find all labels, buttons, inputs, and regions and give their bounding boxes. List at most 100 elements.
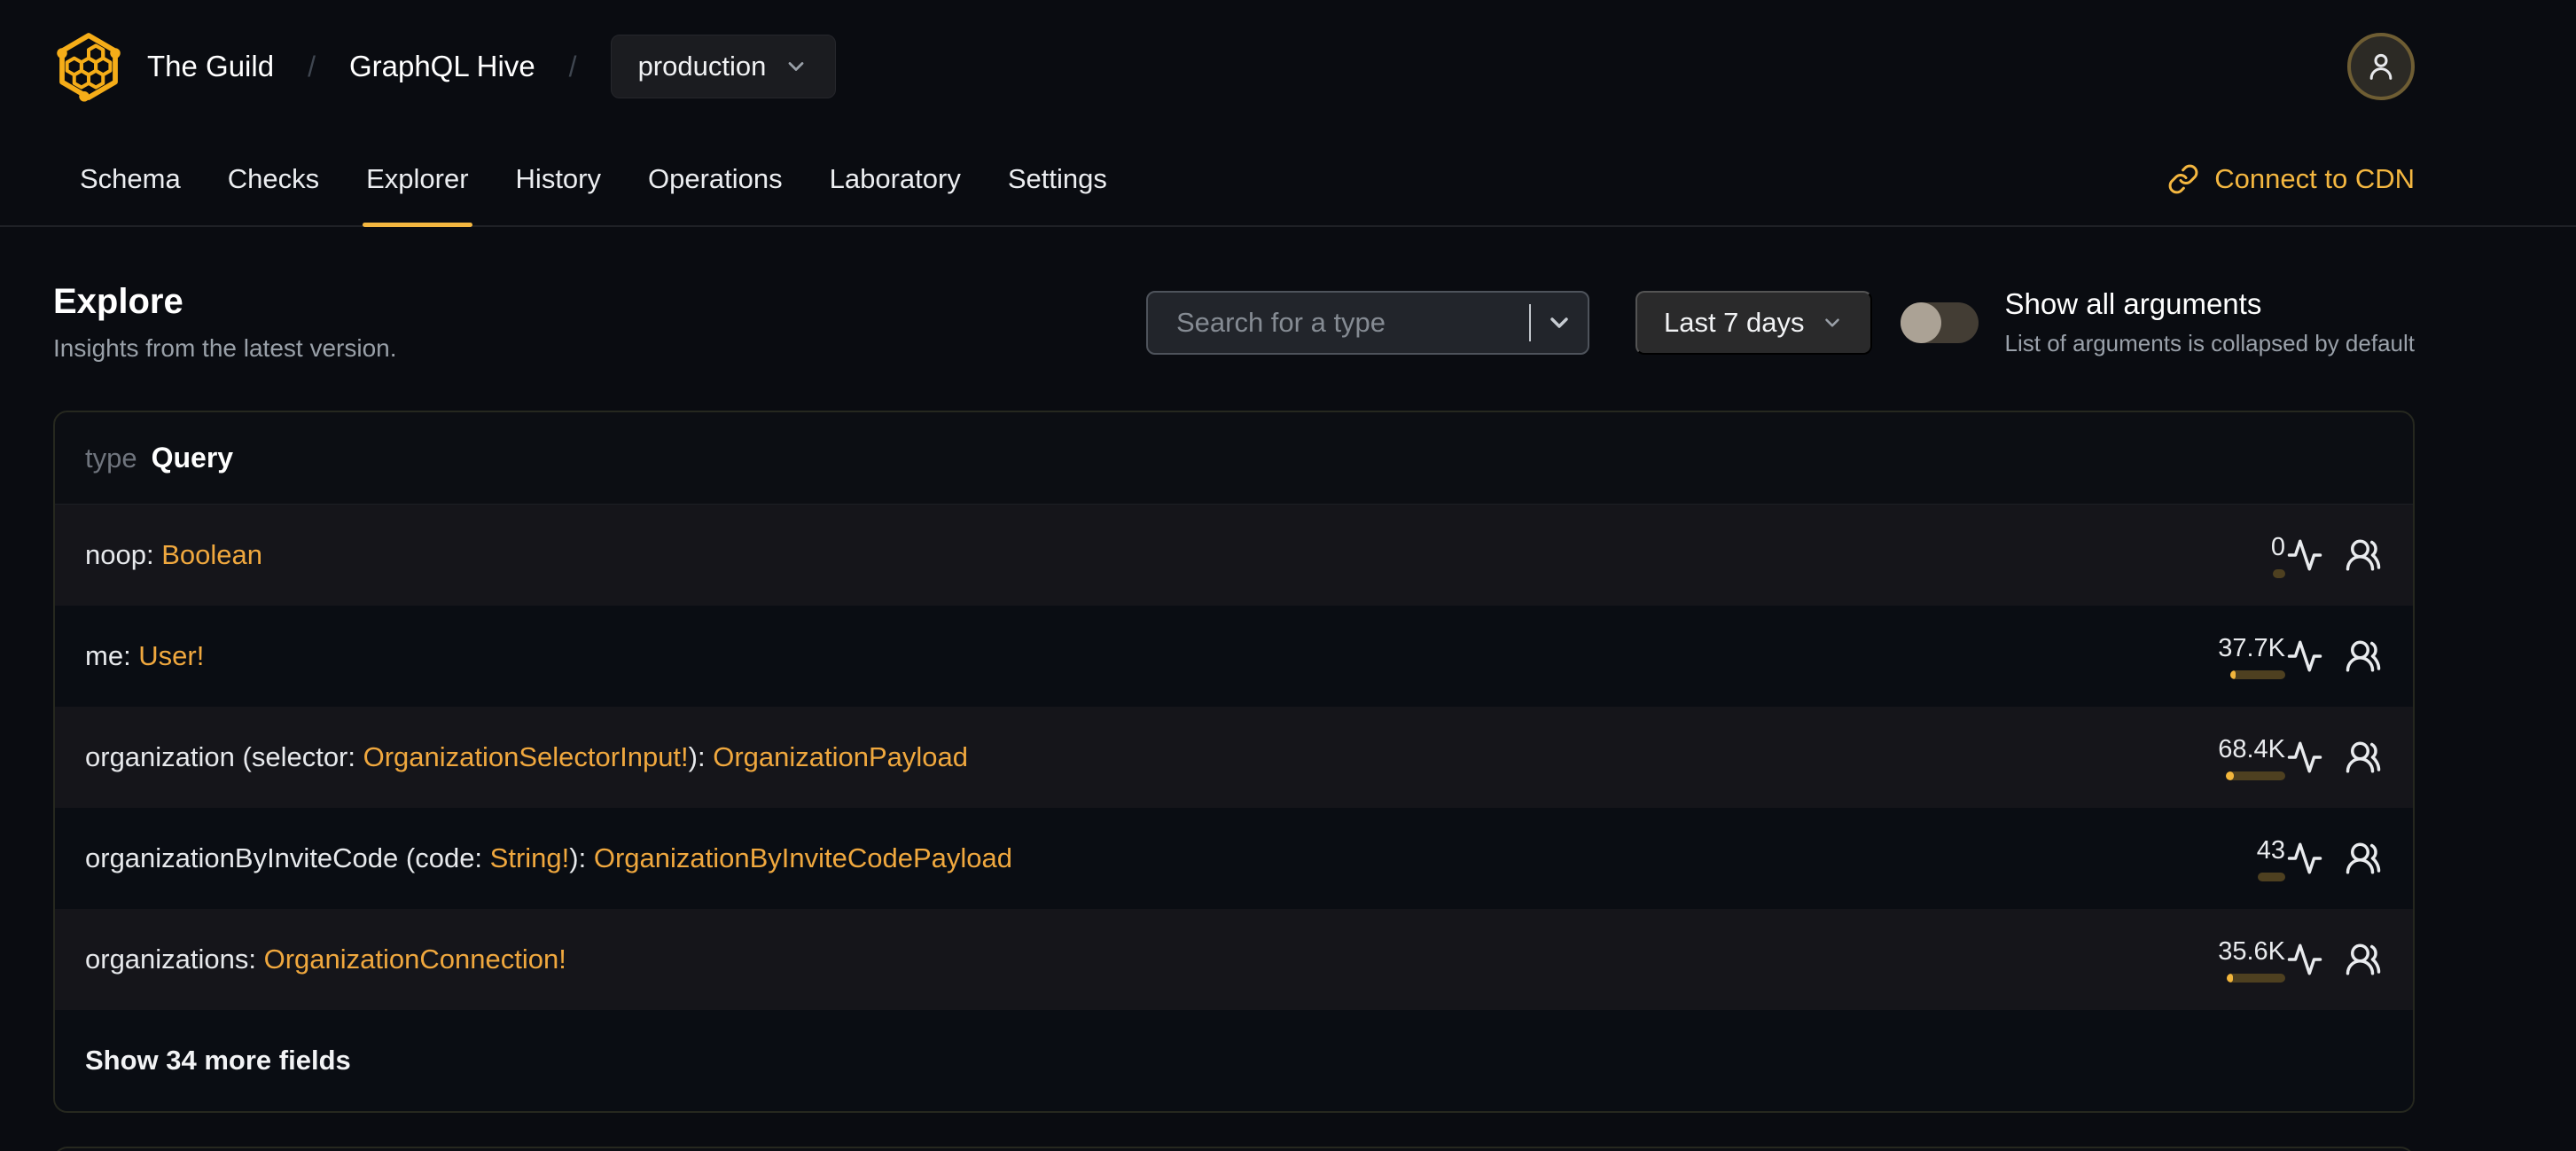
field-name-text: ): [688, 741, 714, 772]
users-icon [2346, 741, 2381, 773]
activity-pulse-icon [2287, 539, 2322, 571]
user-avatar[interactable] [2347, 33, 2415, 100]
link-icon [2168, 164, 2198, 194]
clients-button[interactable] [2344, 637, 2383, 676]
tab-settings[interactable]: Settings [994, 133, 1121, 225]
usage-bar [2226, 771, 2285, 780]
chevron-down-icon[interactable] [1545, 309, 1573, 337]
field-signature: me: User! [85, 640, 204, 672]
search-input[interactable] [1147, 306, 1529, 339]
activity-pulse-icon [2287, 842, 2322, 874]
field-row: me: User! 37.7K [55, 606, 2413, 707]
request-count: 35.6K [2218, 936, 2285, 966]
field-name-text: organizations: [85, 944, 264, 975]
breadcrumb-separator: / [568, 50, 577, 82]
request-count: 43 [2256, 835, 2285, 865]
clients-button[interactable] [2344, 536, 2383, 575]
tab-explorer[interactable]: Explorer [352, 133, 482, 227]
filters-row: Last 7 days Show all arguments List of a… [1145, 287, 2415, 357]
users-icon [2346, 944, 2381, 975]
field-name-text: organizationByInviteCode (code: [85, 842, 490, 873]
usage-stats: 68.4K [2200, 735, 2285, 780]
usage-stats: 43 [2200, 836, 2285, 881]
connect-to-cdn-label: Connect to CDN [2214, 163, 2415, 194]
show-more-fields-button[interactable]: Show 34 more fields [55, 1010, 2413, 1111]
field-signature: noop: Boolean [85, 539, 262, 571]
usage-stats: 35.6K [2200, 937, 2285, 983]
request-count: 37.7K [2218, 633, 2285, 662]
toggle-knob [1900, 301, 1941, 343]
usage-stats: 37.7K [2200, 634, 2285, 679]
field-row: noop: Boolean 0 [55, 505, 2413, 606]
breadcrumb-separator: / [308, 50, 316, 82]
usage-bar [2227, 973, 2285, 983]
field-row: organizations: OrganizationConnection! 3… [55, 909, 2413, 1010]
breadcrumb: The Guild / GraphQL Hive / production [147, 35, 837, 98]
tab-history[interactable]: History [502, 133, 615, 225]
activity-button[interactable] [2285, 536, 2324, 575]
activity-button[interactable] [2285, 738, 2324, 777]
next-type-card-partial [53, 1147, 2415, 1151]
type-search-combobox[interactable] [1145, 290, 1589, 355]
type-card-header: type Query [55, 412, 2413, 505]
toggle-label-block: Show all arguments List of arguments is … [2005, 287, 2415, 357]
field-signature: organizationByInviteCode (code: String!)… [85, 842, 1012, 874]
request-count: 0 [2270, 532, 2285, 561]
show-all-arguments-toggle[interactable] [1900, 301, 1979, 343]
breadcrumb-org[interactable]: The Guild [147, 50, 274, 83]
page-title: Explore [53, 282, 183, 321]
activity-pulse-icon [2287, 944, 2322, 975]
clients-button[interactable] [2344, 839, 2383, 878]
field-stats: 37.7K [2200, 634, 2383, 679]
target-selector-button[interactable]: production [610, 35, 837, 98]
graphql-type-link[interactable]: Boolean [161, 539, 262, 570]
field-name-text: me: [85, 640, 139, 671]
breadcrumb-project[interactable]: GraphQL Hive [349, 50, 535, 83]
search-divider [1528, 303, 1531, 341]
activity-pulse-icon [2287, 741, 2322, 773]
field-row: organizationByInviteCode (code: String!)… [55, 808, 2413, 909]
field-row: organization (selector: OrganizationSele… [55, 707, 2413, 808]
top-bar: The Guild / GraphQL Hive / production [0, 0, 2576, 133]
tab-laboratory[interactable]: Laboratory [816, 133, 975, 225]
graphql-type-link[interactable]: OrganizationPayload [713, 741, 968, 772]
activity-button[interactable] [2285, 940, 2324, 979]
main-content: Explore Insights from the latest version… [0, 227, 2576, 1151]
toggle-description: List of arguments is collapsed by defaul… [2004, 330, 2415, 356]
usage-bar [2258, 872, 2285, 881]
users-icon [2346, 539, 2381, 571]
graphql-type-link[interactable]: OrganizationByInviteCodePayload [594, 842, 1012, 873]
field-name-text: ): [569, 842, 594, 873]
connect-to-cdn-button[interactable]: Connect to CDN [2167, 163, 2415, 195]
graphql-type-link[interactable]: String! [490, 842, 570, 873]
tab-schema[interactable]: Schema [66, 133, 195, 225]
field-name-text: organization (selector: [85, 741, 363, 772]
type-name[interactable]: Query [152, 442, 233, 474]
graphql-type-link[interactable]: User! [138, 640, 204, 671]
graphql-type-link[interactable]: OrganizationSelectorInput! [363, 741, 689, 772]
field-rows: noop: Boolean 0 me: User! 37.7K organiza… [55, 505, 2413, 1010]
clients-button[interactable] [2344, 738, 2383, 777]
users-icon [2346, 842, 2381, 874]
hive-logo-icon[interactable] [53, 29, 124, 104]
usage-bar-fill [2230, 669, 2236, 679]
tabs-list: Schema Checks Explorer History Operations Lab… [66, 133, 1140, 227]
request-count: 68.4K [2218, 734, 2285, 763]
field-stats: 0 [2200, 533, 2383, 578]
clients-button[interactable] [2344, 940, 2383, 979]
usage-stats: 0 [2200, 533, 2285, 578]
tab-operations[interactable]: Operations [634, 133, 797, 225]
activity-button[interactable] [2285, 637, 2324, 676]
usage-bar [2273, 568, 2285, 578]
tab-checks[interactable]: Checks [214, 133, 333, 225]
usage-bar [2230, 669, 2285, 679]
field-stats: 35.6K [2200, 937, 2383, 983]
graphql-type-link[interactable]: OrganizationConnection! [264, 944, 566, 975]
activity-pulse-icon [2287, 640, 2322, 672]
field-signature: organization (selector: OrganizationSele… [85, 741, 968, 773]
activity-button[interactable] [2285, 839, 2324, 878]
date-range-button[interactable]: Last 7 days [1635, 290, 1872, 355]
field-stats: 43 [2200, 836, 2383, 881]
users-icon [2346, 640, 2381, 672]
type-card-query: type Query noop: Boolean 0 me: User! 37.… [53, 411, 2415, 1113]
